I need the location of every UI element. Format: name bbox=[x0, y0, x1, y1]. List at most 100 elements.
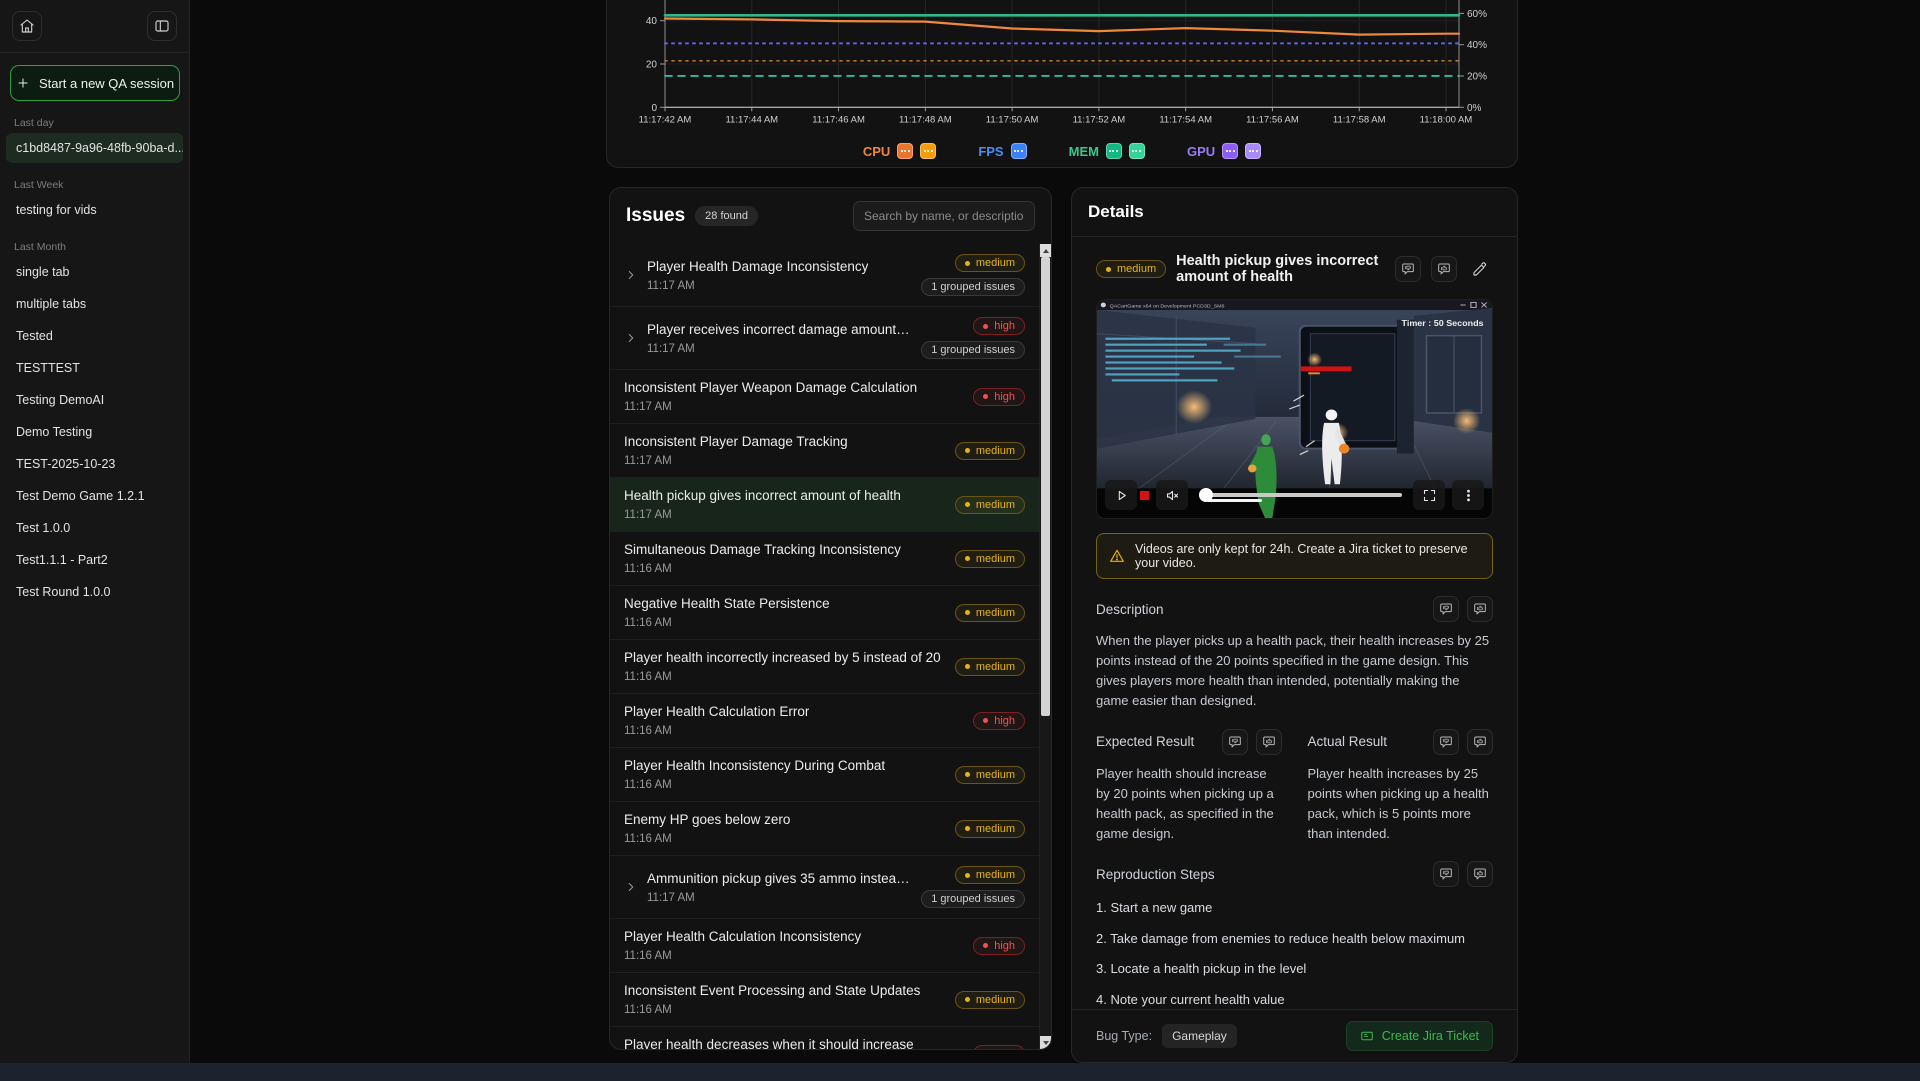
issue-row[interactable]: Player Health Inconsistency During Comba… bbox=[610, 748, 1039, 802]
severity-badge: high bbox=[973, 388, 1025, 406]
issue-row[interactable]: Ammunition pickup gives 35 ammo instead … bbox=[610, 856, 1039, 919]
legend-swatch[interactable] bbox=[1011, 143, 1027, 159]
video-menu-button[interactable] bbox=[1452, 480, 1484, 510]
bug-type-label: Bug Type: bbox=[1096, 1029, 1152, 1043]
video-mute-button[interactable] bbox=[1156, 480, 1188, 510]
video-fullscreen-button[interactable] bbox=[1413, 480, 1445, 510]
issue-row[interactable]: Inconsistent Player Damage Tracking 11:1… bbox=[610, 424, 1039, 478]
chevron-right-icon[interactable] bbox=[624, 268, 638, 282]
thumbs-up-bubble-icon bbox=[1473, 602, 1487, 616]
jira-ticket-icon bbox=[1360, 1029, 1374, 1043]
legend-swatch[interactable] bbox=[920, 143, 936, 159]
severity-dot bbox=[1106, 267, 1111, 272]
issue-row[interactable]: Player Health Calculation Inconsistency … bbox=[610, 919, 1039, 973]
issue-title: Inconsistent Event Processing and State … bbox=[624, 983, 920, 998]
details-panel-title: Details bbox=[1072, 188, 1517, 237]
chevron-right-icon[interactable] bbox=[624, 880, 638, 894]
chevron-right-icon[interactable] bbox=[624, 331, 638, 345]
thumbs-up-bubble-icon bbox=[1437, 262, 1451, 276]
actual-result-label: Actual Result bbox=[1308, 734, 1426, 749]
home-button[interactable] bbox=[12, 11, 42, 41]
sidebar-session-item[interactable]: Testing DemoAI bbox=[6, 385, 183, 415]
video-play-button[interactable] bbox=[1105, 480, 1137, 510]
video-buffered-bar bbox=[1207, 499, 1262, 502]
issue-row[interactable]: Player health decreases when it should i… bbox=[610, 1027, 1039, 1049]
issue-row[interactable]: Health pickup gives incorrect amount of … bbox=[610, 478, 1039, 532]
issue-row[interactable]: Inconsistent Event Processing and State … bbox=[610, 973, 1039, 1027]
issue-time: 11:17 AM bbox=[624, 401, 917, 413]
description-feedback-negative-button[interactable] bbox=[1433, 596, 1459, 622]
sidebar-toggle-button[interactable] bbox=[147, 11, 177, 41]
details-footer: Bug Type: Gameplay Create Jira Ticket bbox=[1072, 1009, 1517, 1062]
scrollbar-up-arrow[interactable] bbox=[1040, 244, 1051, 257]
pencil-icon bbox=[1472, 261, 1488, 277]
svg-text:11:17:58 AM: 11:17:58 AM bbox=[1333, 114, 1386, 125]
create-jira-ticket-label: Create Jira Ticket bbox=[1382, 1029, 1479, 1043]
sidebar-session-item[interactable]: multiple tabs bbox=[6, 289, 183, 319]
sidebar-session-item[interactable]: Tested bbox=[6, 321, 183, 351]
details-panel: Details medium Health pickup gives incor… bbox=[1071, 187, 1518, 1063]
issue-time: 11:17 AM bbox=[647, 343, 912, 355]
legend-swatch[interactable] bbox=[1106, 143, 1122, 159]
issue-row[interactable]: Player receives incorrect damage amount … bbox=[610, 307, 1039, 370]
issue-time: 11:16 AM bbox=[624, 617, 830, 629]
actual-feedback-negative-button[interactable] bbox=[1433, 729, 1459, 755]
grouped-issues-badge: 1 grouped issues bbox=[921, 890, 1025, 908]
new-qa-session-button[interactable]: Start a new QA session bbox=[10, 65, 180, 101]
detail-title-row: medium Health pickup gives incorrect amo… bbox=[1096, 253, 1493, 285]
create-jira-ticket-button[interactable]: Create Jira Ticket bbox=[1346, 1021, 1493, 1051]
expected-feedback-positive-button[interactable] bbox=[1256, 729, 1282, 755]
legend-swatch[interactable] bbox=[1222, 143, 1238, 159]
sidebar-session-item[interactable]: Test 1.0.0 bbox=[6, 513, 183, 543]
issue-row[interactable]: Simultaneous Damage Tracking Inconsisten… bbox=[610, 532, 1039, 586]
issue-title: Negative Health State Persistence bbox=[624, 596, 830, 611]
issue-time: 11:16 AM bbox=[624, 833, 790, 845]
sidebar-session-item[interactable]: Test Round 1.0.0 bbox=[6, 577, 183, 607]
severity-badge: medium bbox=[1096, 260, 1166, 278]
legend-item-gpu: GPU bbox=[1187, 143, 1261, 159]
issue-row[interactable]: Player health incorrectly increased by 5… bbox=[610, 640, 1039, 694]
issues-scrollbar[interactable] bbox=[1039, 244, 1051, 1049]
issue-row[interactable]: Player Health Calculation Error 11:16 AM… bbox=[610, 694, 1039, 748]
issue-row[interactable]: Player Health Damage Inconsistency 11:17… bbox=[610, 244, 1039, 307]
legend-item-mem: MEM bbox=[1069, 143, 1145, 159]
issue-video-player[interactable]: QACartGame x64 on Development PCD3D_SM6 bbox=[1096, 299, 1493, 519]
issues-search-input[interactable] bbox=[853, 201, 1035, 231]
legend-swatch[interactable] bbox=[897, 143, 913, 159]
video-progress-knob[interactable] bbox=[1199, 488, 1213, 502]
scrollbar-down-arrow[interactable] bbox=[1040, 1036, 1051, 1049]
issue-title: Enemy HP goes below zero bbox=[624, 812, 790, 827]
severity-badge: medium bbox=[955, 658, 1025, 676]
thumbs-down-bubble-icon bbox=[1401, 262, 1415, 276]
sidebar-session-item[interactable]: testing for vids bbox=[6, 195, 183, 225]
sidebar-session-item[interactable]: c1bd8487-9a96-48fb-90ba-d... bbox=[6, 133, 183, 163]
repro-feedback-positive-button[interactable] bbox=[1467, 861, 1493, 887]
expected-result-label: Expected Result bbox=[1096, 734, 1214, 749]
sidebar-session-item[interactable]: Test Demo Game 1.2.1 bbox=[6, 481, 183, 511]
issue-row[interactable]: Negative Health State Persistence 11:16 … bbox=[610, 586, 1039, 640]
repro-feedback-negative-button[interactable] bbox=[1433, 861, 1459, 887]
edit-title-button[interactable] bbox=[1467, 256, 1493, 282]
legend-swatch[interactable] bbox=[1245, 143, 1261, 159]
expected-feedback-negative-button[interactable] bbox=[1222, 729, 1248, 755]
severity-badge: high bbox=[973, 317, 1025, 335]
sidebar-session-item[interactable]: Test1.1.1 - Part2 bbox=[6, 545, 183, 575]
description-feedback-positive-button[interactable] bbox=[1467, 596, 1493, 622]
issue-row[interactable]: Enemy HP goes below zero 11:16 AM medium bbox=[610, 802, 1039, 856]
issue-title: Player health incorrectly increased by 5… bbox=[624, 650, 941, 665]
sidebar-session-item[interactable]: Demo Testing bbox=[6, 417, 183, 447]
legend-swatch[interactable] bbox=[1129, 143, 1145, 159]
legend-label: MEM bbox=[1069, 144, 1099, 159]
video-progress-track[interactable] bbox=[1195, 490, 1406, 500]
warning-triangle-icon bbox=[1109, 548, 1125, 564]
feedback-negative-button[interactable] bbox=[1395, 256, 1421, 282]
sidebar-session-item[interactable]: TESTTEST bbox=[6, 353, 183, 383]
actual-feedback-positive-button[interactable] bbox=[1467, 729, 1493, 755]
scrollbar-thumb[interactable] bbox=[1041, 257, 1050, 716]
svg-text:40: 40 bbox=[646, 16, 658, 27]
video-progress-bar[interactable] bbox=[1207, 493, 1402, 497]
sidebar-session-item[interactable]: single tab bbox=[6, 257, 183, 287]
issue-row[interactable]: Inconsistent Player Weapon Damage Calcul… bbox=[610, 370, 1039, 424]
sidebar-session-item[interactable]: TEST-2025-10-23 bbox=[6, 449, 183, 479]
feedback-positive-button[interactable] bbox=[1431, 256, 1457, 282]
